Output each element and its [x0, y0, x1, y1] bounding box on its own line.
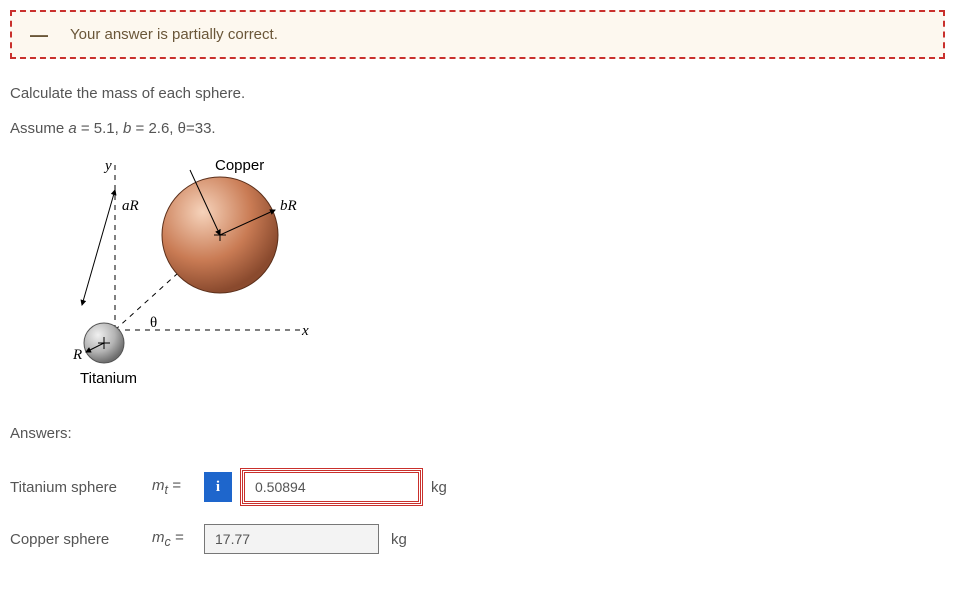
diagram: y x aR bR Copper θ R Titanium [50, 155, 340, 405]
problem-assumptions: Assume a = 5.1, b = 2.6, θ=33. [10, 120, 945, 137]
y-axis-label: y [103, 158, 112, 174]
copper-answer-input[interactable] [204, 524, 379, 554]
aR-label: aR [122, 198, 139, 214]
titanium-answer-input[interactable] [244, 472, 419, 502]
bR-label: bR [280, 198, 297, 214]
answer-row-titanium: Titanium sphere mt = i kg [10, 472, 945, 502]
titanium-var: mt = [152, 477, 192, 497]
copper-name: Copper sphere [10, 531, 140, 548]
titanium-label: Titanium [80, 370, 137, 387]
x-axis-label: x [301, 323, 309, 339]
feedback-banner: — Your answer is partially correct. [10, 10, 945, 59]
titanium-unit: kg [431, 479, 447, 496]
copper-label: Copper [215, 157, 264, 174]
titanium-name: Titanium sphere [10, 479, 140, 496]
feedback-text: Your answer is partially correct. [70, 26, 278, 43]
minus-icon: — [30, 31, 48, 39]
copper-unit: kg [391, 531, 407, 548]
theta-label: θ [150, 315, 157, 331]
R-label: R [72, 347, 82, 363]
problem-instruction: Calculate the mass of each sphere. [10, 85, 945, 102]
answers-heading: Answers: [10, 425, 945, 442]
copper-var: mc = [152, 529, 192, 549]
answer-row-copper: Copper sphere mc = kg [10, 524, 945, 554]
info-icon[interactable]: i [204, 472, 232, 502]
